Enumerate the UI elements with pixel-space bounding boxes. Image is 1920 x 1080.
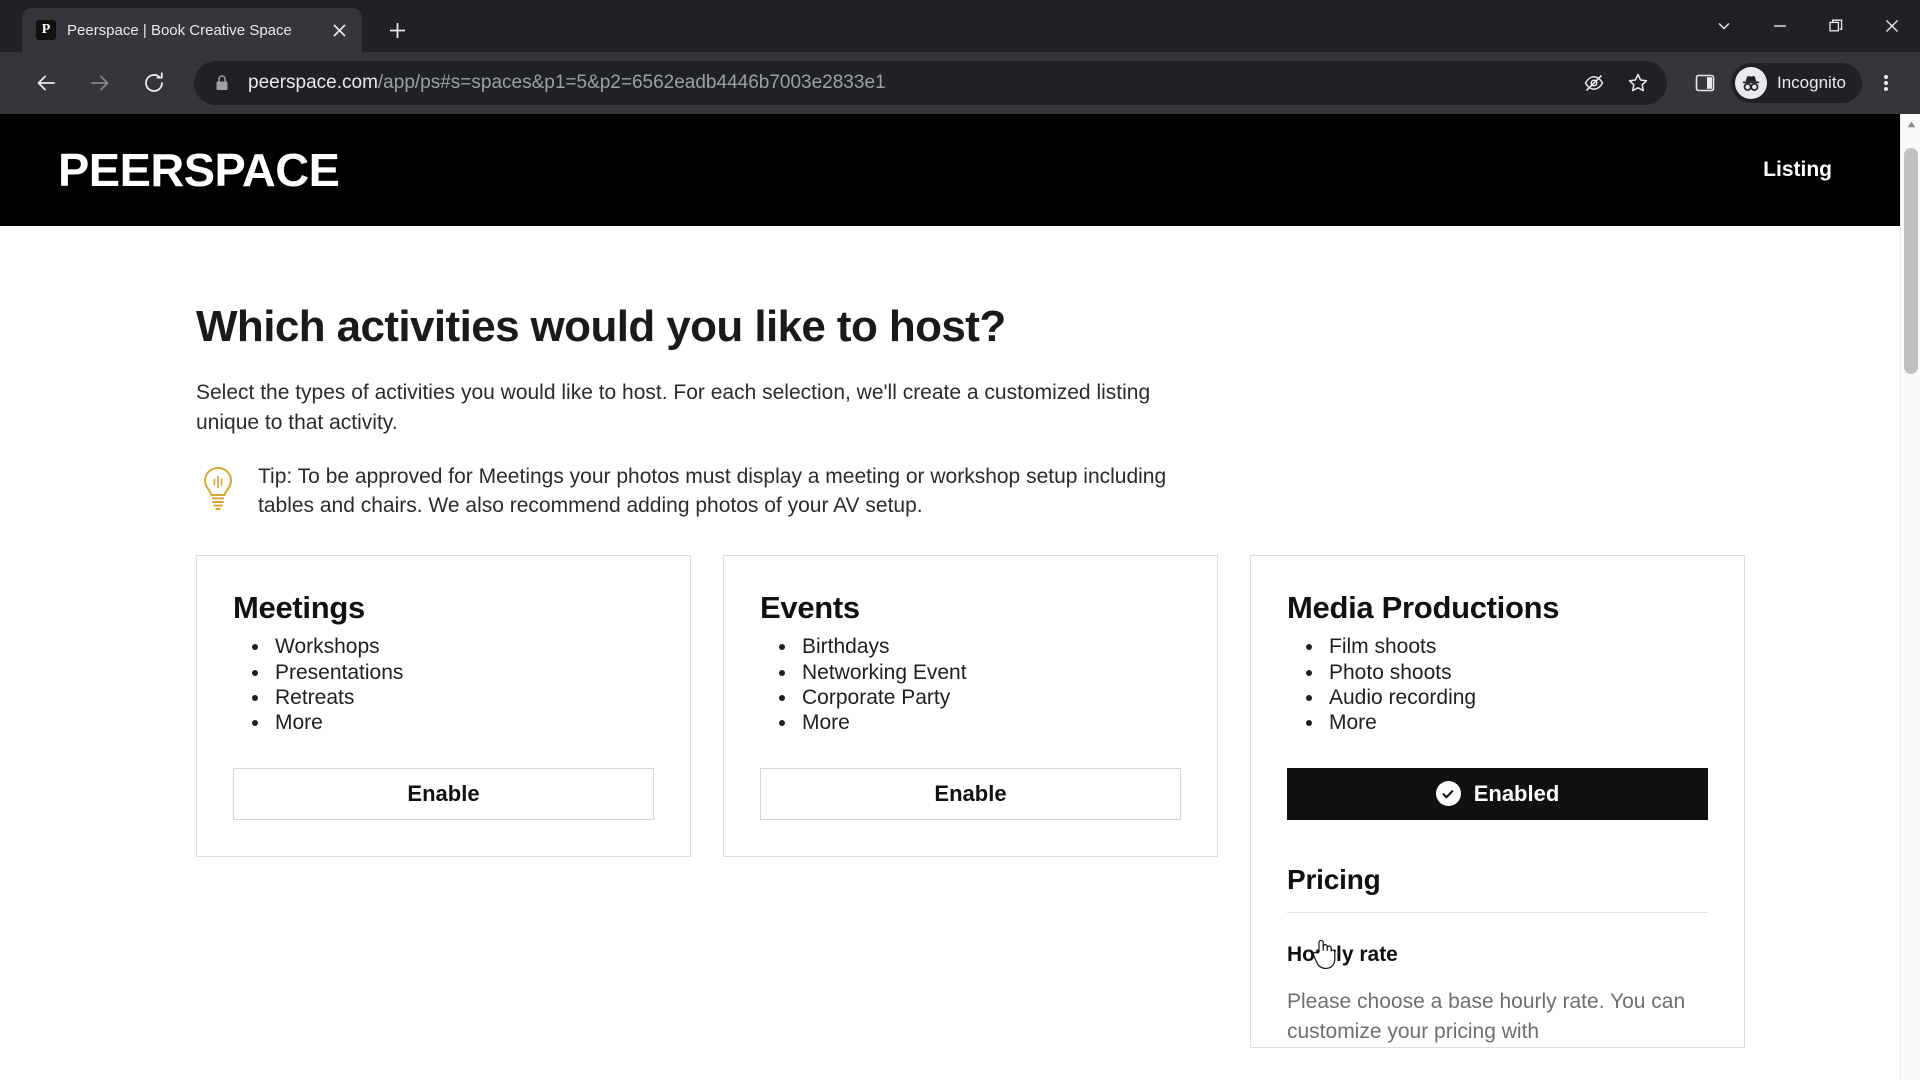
pricing-heading: Pricing bbox=[1287, 864, 1708, 913]
scroll-up-arrow-icon[interactable] bbox=[1901, 114, 1920, 134]
peerspace-favicon: P bbox=[36, 20, 56, 40]
incognito-profile-button[interactable]: Incognito bbox=[1731, 63, 1862, 103]
site-header: PEERSPACE Listing bbox=[0, 114, 1900, 226]
list-item: Networking Event bbox=[798, 660, 1181, 685]
browser-toolbar: peerspace.com/app/ps#s=spaces&p1=5&p2=65… bbox=[0, 52, 1920, 114]
url-domain: peerspace.com bbox=[248, 72, 378, 93]
url-text: peerspace.com/app/ps#s=spaces&p1=5&p2=65… bbox=[248, 72, 1573, 94]
tip-banner: Tip: To be approved for Meetings your ph… bbox=[196, 462, 1226, 522]
side-panel-icon[interactable] bbox=[1683, 61, 1727, 105]
toolbar-right: Incognito bbox=[1683, 61, 1906, 105]
pricing-section: Pricing Hourly rate Please choose a base… bbox=[1287, 864, 1708, 1047]
tip-text: Tip: To be approved for Meetings your ph… bbox=[258, 464, 1167, 518]
list-item: Workshops bbox=[271, 634, 654, 659]
tracking-protection-icon[interactable] bbox=[1573, 62, 1615, 104]
card-list-events: Birthdays Networking Event Corporate Par… bbox=[760, 634, 1181, 736]
activity-card-events: Events Birthdays Networking Event Corpor… bbox=[723, 555, 1218, 857]
card-list-meetings: Workshops Presentations Retreats More bbox=[233, 634, 654, 736]
url-path: /app/ps#s=spaces&p1=5&p2=6562eadb4446b70… bbox=[377, 72, 886, 93]
browser-menu-icon[interactable] bbox=[1866, 61, 1906, 105]
reload-icon[interactable] bbox=[132, 61, 176, 105]
bookmark-star-icon[interactable] bbox=[1617, 62, 1659, 104]
back-icon[interactable] bbox=[24, 61, 68, 105]
list-item: Audio recording bbox=[1325, 685, 1708, 710]
hourly-rate-description: Please choose a base hourly rate. You ca… bbox=[1287, 989, 1686, 1043]
list-item: Photo shoots bbox=[1325, 660, 1708, 685]
list-item: Corporate Party bbox=[798, 685, 1181, 710]
page-scrollbar[interactable] bbox=[1900, 114, 1920, 1080]
forward-icon[interactable] bbox=[78, 61, 122, 105]
activity-cards: Meetings Workshops Presentations Retreat… bbox=[196, 555, 1900, 1048]
hourly-rate-label: Hourly rate bbox=[1287, 942, 1398, 966]
list-item: Birthdays bbox=[798, 634, 1181, 659]
peerspace-logo[interactable]: PEERSPACE bbox=[58, 143, 340, 197]
list-item: More bbox=[1325, 710, 1708, 735]
card-list-media-productions: Film shoots Photo shoots Audio recording… bbox=[1287, 634, 1708, 736]
enable-events-button[interactable]: Enable bbox=[760, 767, 1181, 820]
window-controls bbox=[1696, 0, 1920, 52]
tab-title: Peerspace | Book Creative Space bbox=[67, 21, 292, 39]
card-title-meetings: Meetings bbox=[233, 590, 365, 626]
main-content: Which activities would you like to host?… bbox=[0, 226, 1900, 1048]
browser-tab[interactable]: P Peerspace | Book Creative Space bbox=[22, 8, 362, 52]
close-window-icon[interactable] bbox=[1864, 4, 1920, 48]
check-circle-icon bbox=[1435, 781, 1461, 807]
card-title-events: Events bbox=[760, 590, 860, 626]
browser-window: P Peerspace | Book Creative Space peersp… bbox=[0, 0, 1920, 1080]
omnibox-actions bbox=[1573, 62, 1659, 104]
incognito-label: Incognito bbox=[1777, 73, 1846, 92]
list-item: More bbox=[798, 710, 1181, 735]
close-tab-icon[interactable] bbox=[326, 17, 352, 43]
minimize-icon[interactable] bbox=[1752, 4, 1808, 48]
enabled-button-label: Enabled bbox=[1473, 780, 1560, 806]
list-item: More bbox=[271, 710, 654, 735]
enable-meetings-button[interactable]: Enable bbox=[233, 767, 654, 820]
peerspace-page: PEERSPACE Listing Which activities would… bbox=[0, 114, 1900, 1048]
list-item: Film shoots bbox=[1325, 634, 1708, 659]
activity-card-meetings: Meetings Workshops Presentations Retreat… bbox=[196, 555, 691, 857]
new-tab-icon[interactable] bbox=[378, 11, 416, 49]
activity-card-media-productions: Media Productions Film shoots Photo shoo… bbox=[1250, 555, 1745, 1048]
list-item: Retreats bbox=[271, 685, 654, 710]
enabled-media-productions-button[interactable]: Enabled bbox=[1287, 767, 1708, 820]
card-title-media-productions: Media Productions bbox=[1287, 590, 1560, 626]
page-description: Select the types of activities you would… bbox=[196, 381, 1151, 434]
tab-search-icon[interactable] bbox=[1696, 4, 1752, 48]
page-viewport: PEERSPACE Listing Which activities would… bbox=[0, 114, 1920, 1080]
tab-strip: P Peerspace | Book Creative Space bbox=[0, 0, 1920, 52]
nav-link-listing[interactable]: Listing bbox=[1763, 158, 1832, 182]
incognito-icon bbox=[1735, 67, 1767, 99]
page-title: Which activities would you like to host? bbox=[196, 302, 1006, 351]
scrollbar-thumb[interactable] bbox=[1904, 148, 1918, 374]
maximize-icon[interactable] bbox=[1808, 4, 1864, 48]
list-item: Presentations bbox=[271, 660, 654, 685]
lock-icon bbox=[214, 74, 232, 92]
address-bar[interactable]: peerspace.com/app/ps#s=spaces&p1=5&p2=65… bbox=[194, 61, 1667, 105]
lightbulb-icon bbox=[196, 464, 240, 512]
